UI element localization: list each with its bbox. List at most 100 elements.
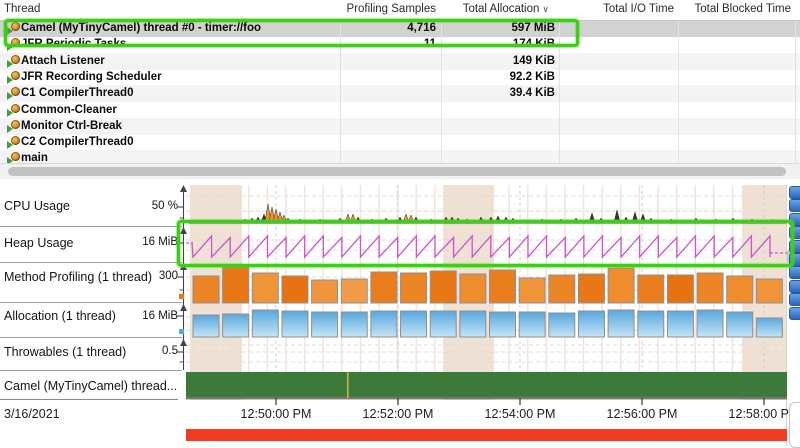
axis-arrow-icon <box>180 304 187 311</box>
total-allocation-value: 92.2 KiB <box>441 71 555 83</box>
lane-divider <box>0 337 182 338</box>
jmc-threads-view: { "table": { "columns": [ {"label": "Thr… <box>0 0 800 446</box>
lane-axis-value-cpu: 50 % <box>128 200 178 212</box>
right-panel-pill-button[interactable] <box>789 226 800 239</box>
method-profiling-bar <box>667 275 693 303</box>
method-profiling-bar <box>193 276 219 303</box>
thread-activity-bar <box>186 372 787 398</box>
method-profiling-bar <box>312 280 338 303</box>
thread-icon <box>7 120 20 133</box>
column-header-total-allocation[interactable]: Total Allocation∨ <box>441 3 549 15</box>
thread-row[interactable]: Common-Cleaner <box>0 102 800 119</box>
method-profiling-bar <box>341 279 367 303</box>
right-panel-pill-button[interactable] <box>789 266 800 279</box>
column-header-thread[interactable]: Thread <box>4 3 40 15</box>
allocation-bar <box>312 312 338 337</box>
thread-table: Thread Profiling Samples Total Allocatio… <box>0 0 800 163</box>
method-profiling-bar <box>608 268 634 303</box>
selected-range-indicator[interactable] <box>186 429 787 441</box>
thread-icon <box>7 104 20 117</box>
thread-name: JFR Recording Scheduler <box>21 71 162 83</box>
total-allocation-value: 149 KiB <box>441 55 555 67</box>
thread-name: C2 CompilerThread0 <box>21 136 133 148</box>
thread-icon <box>7 87 20 100</box>
axis-arrow-icon <box>180 263 187 270</box>
thread-icon <box>7 22 20 35</box>
thread-row[interactable]: C2 CompilerThread0 <box>0 134 800 151</box>
right-panel-pill-button[interactable] <box>789 307 800 320</box>
thread-table-header: Thread Profiling Samples Total Allocatio… <box>0 0 800 21</box>
thread-name: Attach Listener <box>21 55 105 67</box>
right-panel-pill-button[interactable] <box>789 199 800 212</box>
right-panel-pill-button[interactable] <box>789 186 800 199</box>
thread-row[interactable]: JFR Periodic Tasks11174 KiB <box>0 36 800 53</box>
time-tick-label: 12:58:00 PM <box>709 407 800 421</box>
total-allocation-value: 174 KiB <box>441 38 555 50</box>
axis-arrow-icon <box>180 339 187 346</box>
total-allocation-value: 39.4 KiB <box>441 87 555 99</box>
allocation-bar <box>578 311 604 337</box>
event-marker <box>347 372 349 398</box>
total-allocation-value: 597 MiB <box>441 22 555 34</box>
thread-name: Common-Cleaner <box>21 104 117 116</box>
column-header-total-io-time[interactable]: Total I/O Time <box>559 3 674 15</box>
right-panel-pill-button[interactable] <box>789 280 800 293</box>
method-profiling-bar <box>549 275 575 303</box>
allocation-bar <box>638 311 664 337</box>
allocation-bar <box>341 312 367 337</box>
thread-icon <box>7 71 20 84</box>
right-panel-pill-button[interactable] <box>789 293 800 306</box>
lane-label-camel-thread: Camel (MyTinyCamel) thread... <box>4 379 177 393</box>
column-header-total-blocked-time[interactable]: Total Blocked Time <box>678 3 791 15</box>
lane-axis-value-throwables: 0.5 <box>128 345 178 357</box>
thread-row[interactable]: JFR Recording Scheduler 92.2 KiB <box>0 69 800 86</box>
horizontal-scrollbar[interactable] <box>0 163 800 179</box>
right-panel-pill-button[interactable] <box>789 253 800 266</box>
allocation-bar <box>193 315 219 337</box>
allocation-bar <box>549 313 575 337</box>
lane-divider <box>0 370 182 371</box>
date-label: 3/16/2021 <box>4 407 60 421</box>
lane-label-heap-usage: Heap Usage <box>4 236 74 250</box>
thread-icon <box>7 38 20 51</box>
allocation-bar <box>697 310 723 337</box>
allocation-bar <box>282 311 308 337</box>
method-profiling-bar <box>430 271 456 303</box>
right-panel-pill-button[interactable] <box>789 213 800 226</box>
lane-divider <box>0 226 182 227</box>
thread-name: Camel (MyTinyCamel) thread #0 - timer://… <box>21 22 261 34</box>
column-header-profiling-samples[interactable]: Profiling Samples <box>340 3 436 15</box>
thread-icon <box>7 55 20 68</box>
method-profiling-bar <box>371 272 397 303</box>
column-header-total-allocation-label: Total Allocation <box>463 3 540 15</box>
thread-row[interactable]: Attach Listener 149 KiB <box>0 53 800 70</box>
method-profiling-bar <box>252 273 278 303</box>
time-tick-label: 12:50:00 PM <box>221 407 331 421</box>
lane-axis-value-heap: 16 MiB <box>128 236 178 248</box>
method-profiling-bar <box>756 279 782 303</box>
allocation-bar <box>490 312 516 337</box>
thread-icon <box>7 152 20 163</box>
thread-icon <box>7 136 20 149</box>
lane-label-cpu-usage: CPU Usage <box>4 199 70 213</box>
lane-label-throwables: Throwables (1 thread) <box>4 345 126 359</box>
method-profiling-bar <box>282 276 308 303</box>
allocation-bar <box>460 311 486 337</box>
thread-name: JFR Periodic Tasks <box>21 38 126 50</box>
lane-divider <box>0 262 182 263</box>
time-tick-label: 12:54:00 PM <box>465 407 575 421</box>
thread-row[interactable]: Monitor Ctrl-Break <box>0 118 800 135</box>
thread-row[interactable]: Camel (MyTinyCamel) thread #0 - timer://… <box>0 20 800 37</box>
method-profiling-bar <box>490 270 516 303</box>
method-profiling-bar <box>460 274 486 303</box>
thread-row[interactable]: C1 CompilerThread039.4 KiB <box>0 85 800 102</box>
allocation-bar <box>252 310 278 337</box>
lane-label-method-profiling: Method Profiling (1 thread) <box>4 270 152 284</box>
horizontal-scrollbar-thumb[interactable] <box>8 167 786 176</box>
lane-divider <box>0 302 182 303</box>
right-panel-pill-button[interactable] <box>789 240 800 253</box>
thread-row[interactable]: main <box>0 150 800 163</box>
axis-arrow-icon <box>180 185 187 192</box>
allocation-bar <box>401 311 427 337</box>
allocation-bar <box>430 311 456 337</box>
